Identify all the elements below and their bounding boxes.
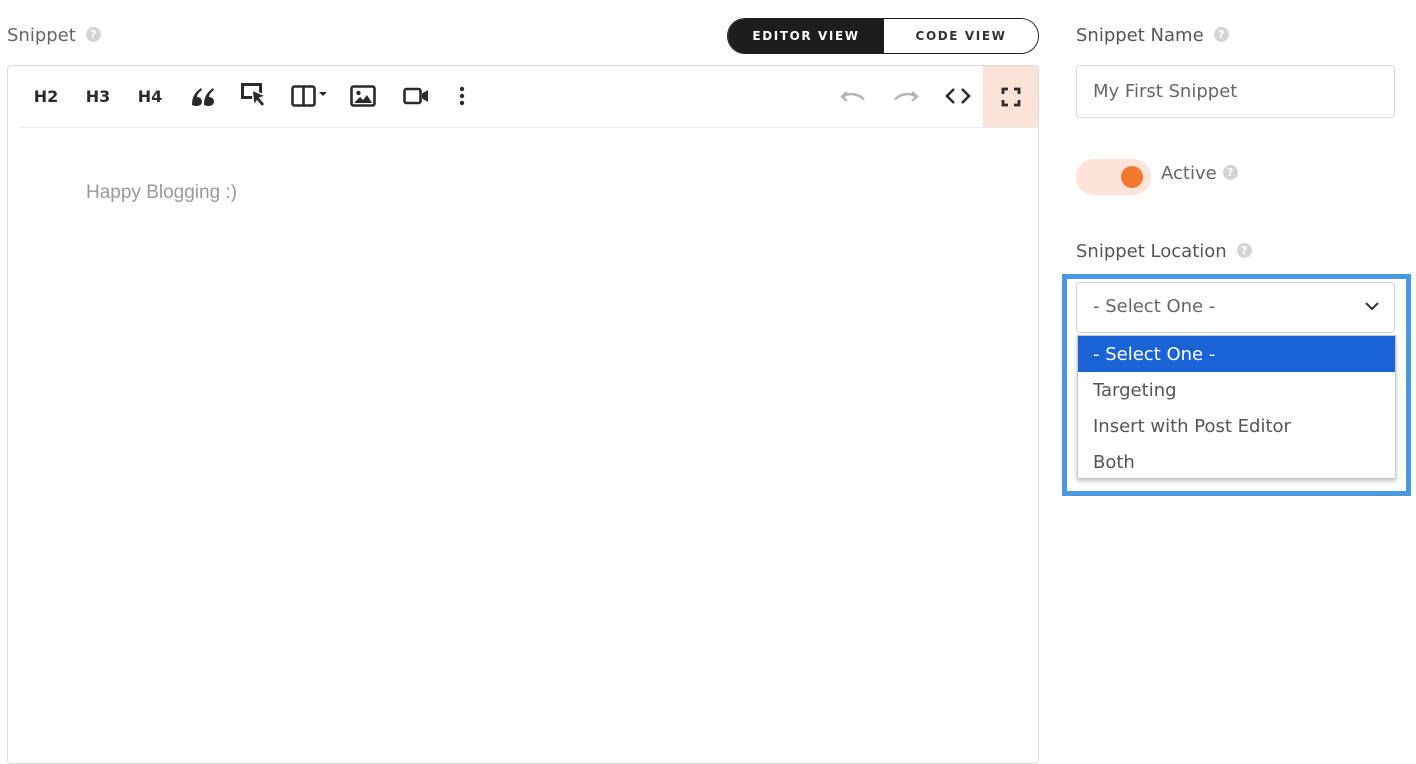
active-label: Active? <box>1161 163 1238 184</box>
redo-icon[interactable] <box>886 78 926 114</box>
snippet-location-label: Snippet Location? <box>1076 241 1252 262</box>
more-vertical-icon[interactable] <box>450 78 474 114</box>
view-toggle: EDITOR VIEW CODE VIEW <box>727 18 1039 54</box>
image-icon[interactable] <box>343 78 383 114</box>
chevron-down-icon <box>1365 302 1379 311</box>
quote-icon[interactable] <box>183 78 223 114</box>
help-icon[interactable]: ? <box>1213 27 1229 42</box>
code-icon[interactable] <box>938 78 978 114</box>
active-toggle[interactable] <box>1076 159 1151 195</box>
select-value: - Select One - <box>1093 296 1216 317</box>
help-icon[interactable]: ? <box>1236 243 1252 258</box>
snippet-location-label-text: Snippet Location <box>1076 241 1227 262</box>
undo-icon[interactable] <box>833 78 873 114</box>
editor-toolbar: H2 H3 H4 <box>20 66 1038 128</box>
columns-dropdown-icon[interactable] <box>288 78 332 114</box>
toggle-knob <box>1121 166 1143 188</box>
h4-button[interactable]: H4 <box>130 78 170 114</box>
dropdown-option-insert-with-post-editor[interactable]: Insert with Post Editor <box>1078 408 1395 444</box>
help-icon[interactable]: ? <box>85 27 101 42</box>
active-label-text: Active <box>1161 163 1217 184</box>
code-view-tab[interactable]: CODE VIEW <box>884 19 1038 53</box>
h2-button[interactable]: H2 <box>26 78 66 114</box>
dropdown-option-targeting[interactable]: Targeting <box>1078 372 1395 408</box>
snippet-name-input[interactable] <box>1076 65 1395 118</box>
dropdown-option-both[interactable]: Both <box>1078 444 1395 480</box>
snippet-editor: H2 H3 H4 Happy Blogging:) <box>7 65 1039 764</box>
fullscreen-icon[interactable] <box>983 66 1038 127</box>
cursor-select-icon[interactable] <box>235 78 275 114</box>
snippet-label-text: Snippet <box>7 25 76 46</box>
dropdown-option-select-one[interactable]: - Select One - <box>1078 336 1395 372</box>
snippet-location-select[interactable]: - Select One - <box>1076 282 1395 333</box>
editor-view-tab[interactable]: EDITOR VIEW <box>728 19 884 53</box>
snippet-name-label-text: Snippet Name <box>1076 25 1204 46</box>
h3-button[interactable]: H3 <box>78 78 118 114</box>
snippet-label: Snippet? <box>7 25 101 46</box>
snippet-name-label: Snippet Name? <box>1076 25 1229 46</box>
help-icon[interactable]: ? <box>1222 165 1238 180</box>
video-icon[interactable] <box>396 78 436 114</box>
snippet-location-dropdown: - Select One - Targeting Insert with Pos… <box>1077 335 1396 479</box>
editor-content[interactable]: Happy Blogging :) <box>86 182 237 204</box>
